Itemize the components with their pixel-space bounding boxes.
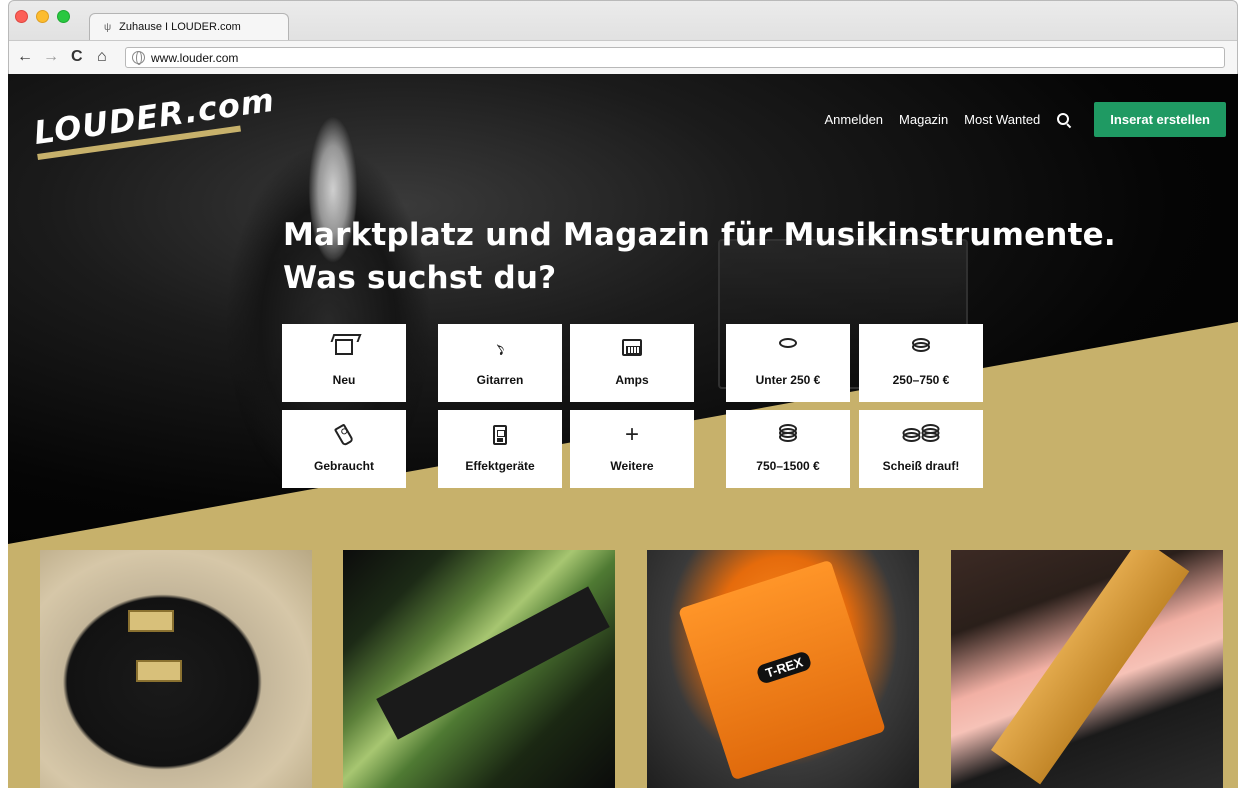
browser-toolbar: ← → C ⌂ www.louder.com <box>9 40 1237 74</box>
featured-card-effect-pedal[interactable]: T-REX <box>647 550 919 788</box>
reload-button[interactable]: C <box>71 48 83 66</box>
url-text: www.louder.com <box>151 50 239 65</box>
address-bar[interactable]: www.louder.com <box>125 47 1225 68</box>
close-window-button[interactable] <box>15 10 28 23</box>
coin-icon <box>779 338 797 348</box>
category-tile-weitere[interactable]: + Weitere <box>570 410 694 488</box>
price-tile-under-250[interactable]: Unter 250 € <box>726 324 850 402</box>
category-tile-amps[interactable]: Amps <box>570 324 694 402</box>
coin-stack-tall-icon <box>779 424 797 442</box>
coin-stack-icon <box>912 338 930 352</box>
guitar-neck-detail <box>991 550 1190 785</box>
pickup-detail <box>128 610 174 632</box>
category-tile-effektgeraete[interactable]: Effektgeräte <box>438 410 562 488</box>
guitar-icon: ♪ <box>489 337 511 361</box>
featured-card-stratocaster[interactable] <box>951 550 1223 788</box>
pickup-detail <box>136 660 182 682</box>
featured-card-les-paul[interactable] <box>40 550 312 788</box>
box-icon <box>335 339 353 355</box>
featured-card-prs-guitar[interactable] <box>343 550 615 788</box>
browser-tab[interactable]: ψ Zuhause I LOUDER.com <box>89 13 289 40</box>
globe-icon <box>132 51 145 65</box>
price-tile-750-1500[interactable]: 750–1500 € <box>726 410 850 488</box>
search-icon[interactable] <box>1056 112 1072 128</box>
browser-window: ψ Zuhause I LOUDER.com ← → C ⌂ www.loude… <box>8 0 1238 74</box>
tag-icon <box>333 423 355 447</box>
plus-icon: + <box>624 421 640 448</box>
amp-icon <box>622 339 642 356</box>
favicon-icon: ψ <box>104 21 112 33</box>
tab-title: Zuhause I LOUDER.com <box>119 21 241 33</box>
nav-login[interactable]: Anmelden <box>824 112 883 127</box>
nav-most-wanted[interactable]: Most Wanted <box>964 112 1040 127</box>
category-tile-neu[interactable]: Neu <box>282 324 406 402</box>
price-tile-250-750[interactable]: 250–750 € <box>859 324 983 402</box>
coin-stacks-icon <box>902 424 940 442</box>
forward-button[interactable]: → <box>43 48 59 66</box>
create-listing-button[interactable]: Inserat erstellen <box>1094 102 1226 137</box>
zoom-window-button[interactable] <box>57 10 70 23</box>
category-tile-gebraucht[interactable]: Gebraucht <box>282 410 406 488</box>
window-controls <box>15 10 70 23</box>
header-nav: Anmelden Magazin Most Wanted Inserat ers… <box>824 102 1226 137</box>
back-button[interactable]: ← <box>17 48 33 66</box>
page: LOUDER.com Anmelden Magazin Most Wanted … <box>8 74 1238 788</box>
category-tile-gitarren[interactable]: ♪ Gitarren <box>438 324 562 402</box>
nav-magazine[interactable]: Magazin <box>899 112 948 127</box>
pedal-icon <box>493 425 507 445</box>
guitar-neck-detail <box>376 586 610 740</box>
price-tile-scheiss-drauf[interactable]: Scheiß drauf! <box>859 410 983 488</box>
home-button[interactable]: ⌂ <box>97 48 107 66</box>
minimize-window-button[interactable] <box>36 10 49 23</box>
hero-headline: Marktplatz und Magazin für Musikinstrume… <box>283 217 1116 296</box>
